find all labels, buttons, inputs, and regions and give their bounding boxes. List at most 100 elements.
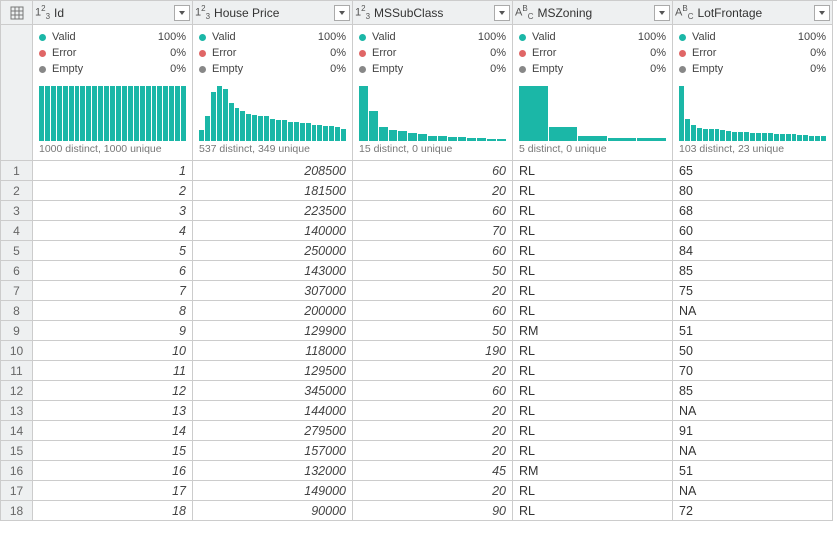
- data-cell[interactable]: 345000: [193, 381, 353, 401]
- data-cell[interactable]: 129500: [193, 361, 353, 381]
- column-filter-button[interactable]: [654, 5, 670, 21]
- data-cell[interactable]: RL: [513, 301, 673, 321]
- data-cell[interactable]: RL: [513, 481, 673, 501]
- column-filter-button[interactable]: [174, 5, 190, 21]
- data-cell[interactable]: RL: [513, 441, 673, 461]
- column-header[interactable]: 123MSSubClass: [353, 1, 513, 25]
- data-cell[interactable]: RL: [513, 221, 673, 241]
- data-cell[interactable]: 20: [353, 281, 513, 301]
- data-cell[interactable]: 70: [673, 361, 833, 381]
- column-filter-button[interactable]: [334, 5, 350, 21]
- data-cell[interactable]: NA: [673, 401, 833, 421]
- data-cell[interactable]: NA: [673, 301, 833, 321]
- data-cell[interactable]: RM: [513, 321, 673, 341]
- row-number[interactable]: 10: [1, 341, 33, 361]
- data-cell[interactable]: 20: [353, 361, 513, 381]
- row-number[interactable]: 17: [1, 481, 33, 501]
- data-cell[interactable]: 75: [673, 281, 833, 301]
- data-cell[interactable]: RM: [513, 461, 673, 481]
- data-cell[interactable]: 20: [353, 441, 513, 461]
- data-cell[interactable]: 65: [673, 161, 833, 181]
- data-cell[interactable]: 50: [673, 341, 833, 361]
- data-cell[interactable]: 12: [33, 381, 193, 401]
- data-cell[interactable]: RL: [513, 341, 673, 361]
- data-cell[interactable]: 129900: [193, 321, 353, 341]
- data-cell[interactable]: 14: [33, 421, 193, 441]
- data-cell[interactable]: 50: [353, 261, 513, 281]
- data-cell[interactable]: 11: [33, 361, 193, 381]
- column-header[interactable]: 123House Price: [193, 1, 353, 25]
- data-cell[interactable]: RL: [513, 201, 673, 221]
- data-cell[interactable]: 223500: [193, 201, 353, 221]
- row-number[interactable]: 18: [1, 501, 33, 521]
- data-cell[interactable]: RL: [513, 181, 673, 201]
- row-number[interactable]: 6: [1, 261, 33, 281]
- row-number[interactable]: 7: [1, 281, 33, 301]
- row-number[interactable]: 11: [1, 361, 33, 381]
- data-cell[interactable]: 279500: [193, 421, 353, 441]
- data-cell[interactable]: 90: [353, 501, 513, 521]
- data-cell[interactable]: 200000: [193, 301, 353, 321]
- column-header[interactable]: 123Id: [33, 1, 193, 25]
- data-cell[interactable]: RL: [513, 421, 673, 441]
- data-cell[interactable]: 132000: [193, 461, 353, 481]
- data-cell[interactable]: 45: [353, 461, 513, 481]
- row-number[interactable]: 1: [1, 161, 33, 181]
- data-cell[interactable]: 80: [673, 181, 833, 201]
- row-selector-corner[interactable]: [1, 1, 33, 25]
- data-cell[interactable]: 60: [673, 221, 833, 241]
- data-cell[interactable]: RL: [513, 241, 673, 261]
- row-number[interactable]: 5: [1, 241, 33, 261]
- row-number[interactable]: 3: [1, 201, 33, 221]
- data-cell[interactable]: 181500: [193, 181, 353, 201]
- data-cell[interactable]: 60: [353, 241, 513, 261]
- data-cell[interactable]: NA: [673, 481, 833, 501]
- data-cell[interactable]: 10: [33, 341, 193, 361]
- data-cell[interactable]: 60: [353, 201, 513, 221]
- data-cell[interactable]: 2: [33, 181, 193, 201]
- data-cell[interactable]: 17: [33, 481, 193, 501]
- data-cell[interactable]: 85: [673, 261, 833, 281]
- row-number[interactable]: 8: [1, 301, 33, 321]
- data-cell[interactable]: 190: [353, 341, 513, 361]
- row-number[interactable]: 2: [1, 181, 33, 201]
- data-cell[interactable]: 3: [33, 201, 193, 221]
- data-cell[interactable]: NA: [673, 441, 833, 461]
- data-cell[interactable]: 51: [673, 321, 833, 341]
- data-cell[interactable]: 6: [33, 261, 193, 281]
- data-cell[interactable]: 91: [673, 421, 833, 441]
- column-filter-button[interactable]: [814, 5, 830, 21]
- data-cell[interactable]: 60: [353, 301, 513, 321]
- data-cell[interactable]: 60: [353, 161, 513, 181]
- data-cell[interactable]: 143000: [193, 261, 353, 281]
- data-cell[interactable]: 20: [353, 421, 513, 441]
- data-cell[interactable]: 149000: [193, 481, 353, 501]
- row-number[interactable]: 13: [1, 401, 33, 421]
- data-cell[interactable]: 250000: [193, 241, 353, 261]
- data-cell[interactable]: 307000: [193, 281, 353, 301]
- data-cell[interactable]: 7: [33, 281, 193, 301]
- row-number[interactable]: 16: [1, 461, 33, 481]
- data-cell[interactable]: 1: [33, 161, 193, 181]
- data-cell[interactable]: 15: [33, 441, 193, 461]
- row-number[interactable]: 14: [1, 421, 33, 441]
- data-cell[interactable]: 90000: [193, 501, 353, 521]
- data-cell[interactable]: 68: [673, 201, 833, 221]
- data-cell[interactable]: 140000: [193, 221, 353, 241]
- data-cell[interactable]: RL: [513, 501, 673, 521]
- data-cell[interactable]: 118000: [193, 341, 353, 361]
- data-cell[interactable]: 70: [353, 221, 513, 241]
- row-number[interactable]: 15: [1, 441, 33, 461]
- data-cell[interactable]: 144000: [193, 401, 353, 421]
- data-cell[interactable]: 9: [33, 321, 193, 341]
- data-cell[interactable]: 84: [673, 241, 833, 261]
- column-header[interactable]: ABCLotFrontage: [673, 1, 833, 25]
- data-cell[interactable]: RL: [513, 381, 673, 401]
- data-cell[interactable]: RL: [513, 361, 673, 381]
- column-header[interactable]: ABCMSZoning: [513, 1, 673, 25]
- row-number[interactable]: 12: [1, 381, 33, 401]
- data-cell[interactable]: 20: [353, 481, 513, 501]
- data-cell[interactable]: 20: [353, 401, 513, 421]
- data-cell[interactable]: 51: [673, 461, 833, 481]
- data-cell[interactable]: 5: [33, 241, 193, 261]
